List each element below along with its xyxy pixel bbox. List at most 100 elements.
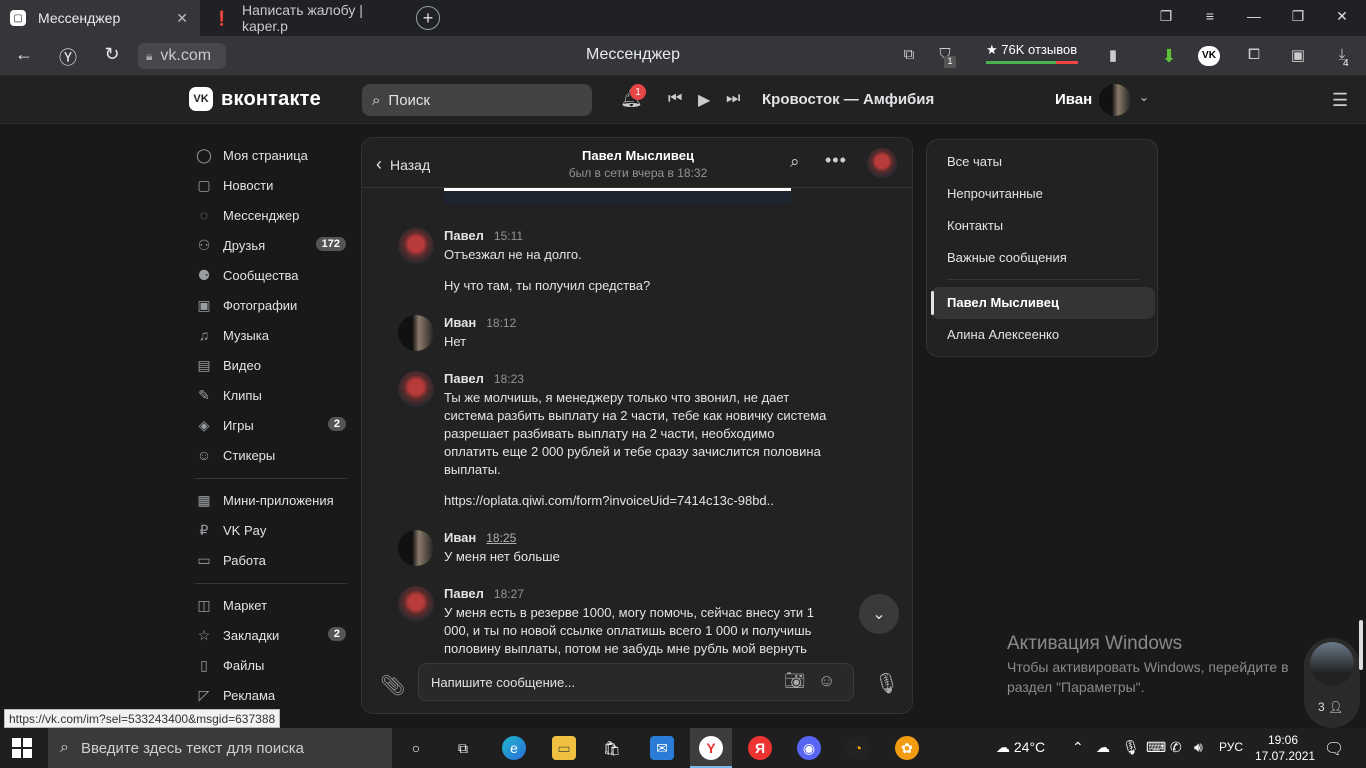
scroll-down-button[interactable]: ⌄ [859,594,899,634]
chevron-down-icon[interactable]: ⌄ [1139,90,1149,104]
taskbar-search[interactable]: ⌕ Введите здесь текст для поиска [48,728,392,768]
mail-icon[interactable]: ✉ [650,736,674,760]
emoji-icon[interactable]: ☺ [818,671,835,691]
sidebar-item[interactable]: ▭ Работа [190,545,360,575]
now-playing[interactable]: Кровосток — Амфибия [762,91,934,108]
yandex-icon[interactable]: Я [748,736,772,760]
download-ext-icon[interactable]: ⬇ [1158,46,1180,66]
reviews-widget[interactable]: ★ 76K отзывов [986,42,1078,64]
chat-item-pavel[interactable]: Павел Мысливец [947,295,1059,310]
avatar[interactable] [398,586,434,622]
close-window-icon[interactable]: ✕ [1330,8,1354,25]
message-time[interactable]: 18:25 [486,531,516,545]
sidebar-item[interactable]: ⚇ Друзья 172 [190,230,360,260]
close-icon[interactable]: ✕ [176,10,188,27]
avatar[interactable] [398,371,434,407]
sidebar-item[interactable]: ☆ Закладки 2 [190,620,360,650]
author-name[interactable]: Павел [444,586,484,601]
discord-icon[interactable]: ◉ [797,736,821,760]
task-view-icon[interactable]: ⧉ [451,736,475,760]
tab-complaint[interactable]: ❗ Написать жалобу | kaper.p [200,0,400,36]
clock[interactable]: 19:06 17.07.2021 [1255,732,1315,764]
tab-messenger[interactable]: ▢ Мессенджер ✕ [0,0,200,36]
author-name[interactable]: Павел [444,228,484,243]
explorer-icon[interactable]: ▭ [552,736,576,760]
cortana-icon[interactable]: ○ [404,736,428,760]
search-icon[interactable]: ⌕ [790,152,800,172]
store-icon[interactable]: 🛍︎ [600,736,624,760]
next-track-icon[interactable]: ⏭︎ [726,90,740,108]
yandex-browser-icon[interactable]: Y [699,736,723,760]
search-input[interactable]: ⌕ Поиск [362,84,592,116]
camera-icon[interactable]: 📷︎ [784,671,806,691]
sidebar-item[interactable]: ◈ Игры 2 [190,410,360,440]
play-icon[interactable]: ▶︎ [698,90,710,110]
sidebar-item[interactable]: ⚈ Сообщества [190,260,360,290]
chat-item-alina[interactable]: Алина Алексеенко [947,327,1059,342]
sidebar-item[interactable]: ▤ Видео [190,350,360,380]
sidebar-item[interactable]: ♫ Музыка [190,320,360,350]
filter-unread[interactable]: Непрочитанные [947,186,1043,201]
scrollbar[interactable] [1359,620,1363,670]
filter-all-chats[interactable]: Все чаты [947,154,1002,169]
contact-avatar[interactable] [867,148,897,178]
paperclip-icon[interactable]: 📎︎ [380,673,405,698]
sidebar-item[interactable]: ◯ Моя страница [190,140,360,170]
sidebar-item[interactable]: ₽ VK Pay [190,515,360,545]
message-time[interactable]: 15:11 [494,229,523,243]
sidebar-item[interactable]: ▦ Мини-приложения [190,485,360,515]
tabs-icon[interactable]: ⧉ [898,46,920,66]
windows-start-icon[interactable] [12,738,32,758]
collections-icon[interactable]: ❐ [1154,8,1178,25]
language-indicator[interactable]: РУС [1219,740,1243,754]
avatar[interactable] [398,315,434,351]
message-link[interactable]: https://oplata.qiwi.com/form?invoiceUid=… [444,492,828,510]
sidebar-item[interactable]: ◸ Реклама [190,680,360,710]
onedrive-icon[interactable]: ☁︎ [1096,739,1110,756]
sidebar-item[interactable]: ▣ Фотографии [190,290,360,320]
message-time[interactable]: 18:27 [494,587,524,601]
bookmark-icon[interactable]: ▮ [1102,46,1124,66]
app-icon[interactable]: ◔ [846,736,870,760]
sidebar-item[interactable]: ▯ Файлы [190,650,360,680]
film-icon[interactable]: ✿ [895,736,919,760]
chevron-up-icon[interactable]: ⌃ [1072,739,1084,756]
edge-icon[interactable]: e [502,736,526,760]
new-tab-button[interactable]: + [416,6,440,30]
vk-logo[interactable]: VK вконтакте [189,87,321,111]
user-name[interactable]: Иван [1055,91,1092,108]
screenshot-attachment[interactable] [444,188,791,204]
network-icon[interactable]: ⌨ [1146,739,1166,756]
filter-important[interactable]: Важные сообщения [947,250,1067,265]
minimize-icon[interactable]: — [1242,8,1266,24]
sidebar-icon[interactable]: ⧠ [1243,46,1265,66]
sidebar-item[interactable]: ▢ Новости [190,170,360,200]
sidebar-item[interactable]: ◌ Мессенджер [190,200,360,230]
extension-icon[interactable]: ▣ [1287,46,1309,66]
author-name[interactable]: Иван [444,315,476,330]
author-name[interactable]: Иван [444,530,476,545]
author-name[interactable]: Павел [444,371,484,386]
filters-icon[interactable]: ☰ [1332,90,1348,111]
phone-icon[interactable]: ✆ [1170,739,1182,756]
volume-icon[interactable]: 🔊︎ [1194,739,1203,756]
avatar[interactable] [1099,84,1131,116]
menu-icon[interactable]: ≡ [1198,8,1222,24]
microphone-icon[interactable]: 🎙︎ [874,671,899,696]
sidebar-item[interactable]: ☺ Стикеры [190,440,360,470]
mic-tray-icon[interactable]: 🎙︎ [1122,739,1140,756]
more-icon[interactable]: ••• [825,150,847,171]
notifications-icon[interactable]: 🗨︎ [1324,739,1344,759]
sidebar-item[interactable]: ✎ Клипы [190,380,360,410]
restore-icon[interactable]: ❐ [1286,8,1310,25]
message-time[interactable]: 18:23 [494,372,524,386]
downloads-icon[interactable]: ⤓ [1331,46,1353,66]
avatar[interactable] [398,530,434,566]
filter-contacts[interactable]: Контакты [947,218,1003,233]
previous-track-icon[interactable]: ⏮︎ [668,90,682,108]
avatar[interactable] [398,228,434,264]
side-chat-bubble[interactable]: 3 👤︎ [1304,638,1360,728]
weather-widget[interactable]: ☁︎ 24°C [996,739,1045,756]
sidebar-item[interactable]: ◫ Маркет [190,590,360,620]
message-time[interactable]: 18:12 [486,316,516,330]
